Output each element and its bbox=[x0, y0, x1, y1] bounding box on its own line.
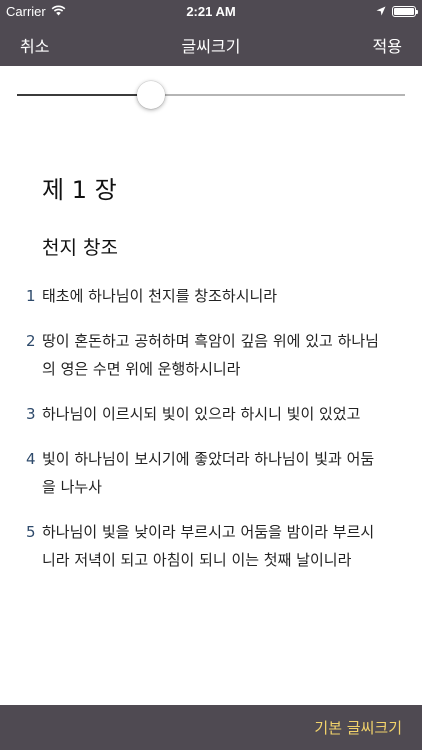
apply-button[interactable]: 적용 bbox=[373, 33, 402, 57]
verse-item: 3 하나님이 이르시되 빛이 있으라 하시니 빛이 있었고 bbox=[26, 400, 386, 428]
verse-item: 5 하나님이 빛을 낮이라 부르시고 어둠을 밤이라 부르시니라 저녁이 되고 … bbox=[26, 518, 386, 574]
verse-text: 빛이 하나님이 보시기에 좋았더라 하나님이 빛과 어둠을 나누사 bbox=[42, 450, 375, 496]
verse-text: 태초에 하나님이 천지를 창조하시니라 bbox=[42, 287, 278, 305]
slider-fill bbox=[17, 94, 151, 96]
page-title: 글씨크기 bbox=[181, 37, 241, 56]
chapter-title: 제 1 장 bbox=[42, 176, 117, 204]
slider-thumb[interactable] bbox=[137, 81, 165, 109]
verse-item: 1 태초에 하나님이 천지를 창조하시니라 bbox=[26, 282, 386, 310]
status-bar: Carrier 2:21 AM bbox=[0, 0, 422, 22]
verse-item: 4 빛이 하나님이 보시기에 좋았더라 하나님이 빛과 어둠을 나누사 bbox=[26, 445, 386, 501]
verse-text: 하나님이 이르시되 빛이 있으라 하시니 빛이 있었고 bbox=[42, 405, 361, 423]
verse-number: 2 bbox=[26, 332, 36, 350]
verse-number: 1 bbox=[26, 287, 36, 305]
verse-text: 땅이 혼돈하고 공허하며 흑암이 깊음 위에 있고 하나님의 영은 수면 위에 … bbox=[42, 332, 379, 378]
section-title: 천지 창조 bbox=[42, 237, 118, 259]
verse-item: 2 땅이 혼돈하고 공허하며 흑암이 깊음 위에 있고 하나님의 영은 수면 위… bbox=[26, 327, 386, 383]
verse-number: 5 bbox=[26, 523, 36, 541]
status-right bbox=[376, 4, 418, 19]
verse-text: 하나님이 빛을 낮이라 부르시고 어둠을 밤이라 부르시니라 저녁이 되고 아침… bbox=[42, 523, 375, 569]
battery-icon bbox=[392, 6, 418, 17]
verse-number: 3 bbox=[26, 405, 36, 423]
bottom-toolbar: 기본 글씨크기 bbox=[0, 705, 422, 750]
default-font-size-button[interactable]: 기본 글씨크기 bbox=[314, 717, 402, 738]
verse-list: 1 태초에 하나님이 천지를 창조하시니라 2 땅이 혼돈하고 공허하며 흑암이… bbox=[26, 282, 386, 591]
navigation-bar: 취소 글씨크기 적용 bbox=[0, 22, 422, 66]
status-time: 2:21 AM bbox=[186, 4, 236, 19]
location-arrow-icon bbox=[376, 4, 386, 19]
verse-number: 4 bbox=[26, 450, 36, 468]
font-size-slider[interactable] bbox=[17, 80, 405, 110]
